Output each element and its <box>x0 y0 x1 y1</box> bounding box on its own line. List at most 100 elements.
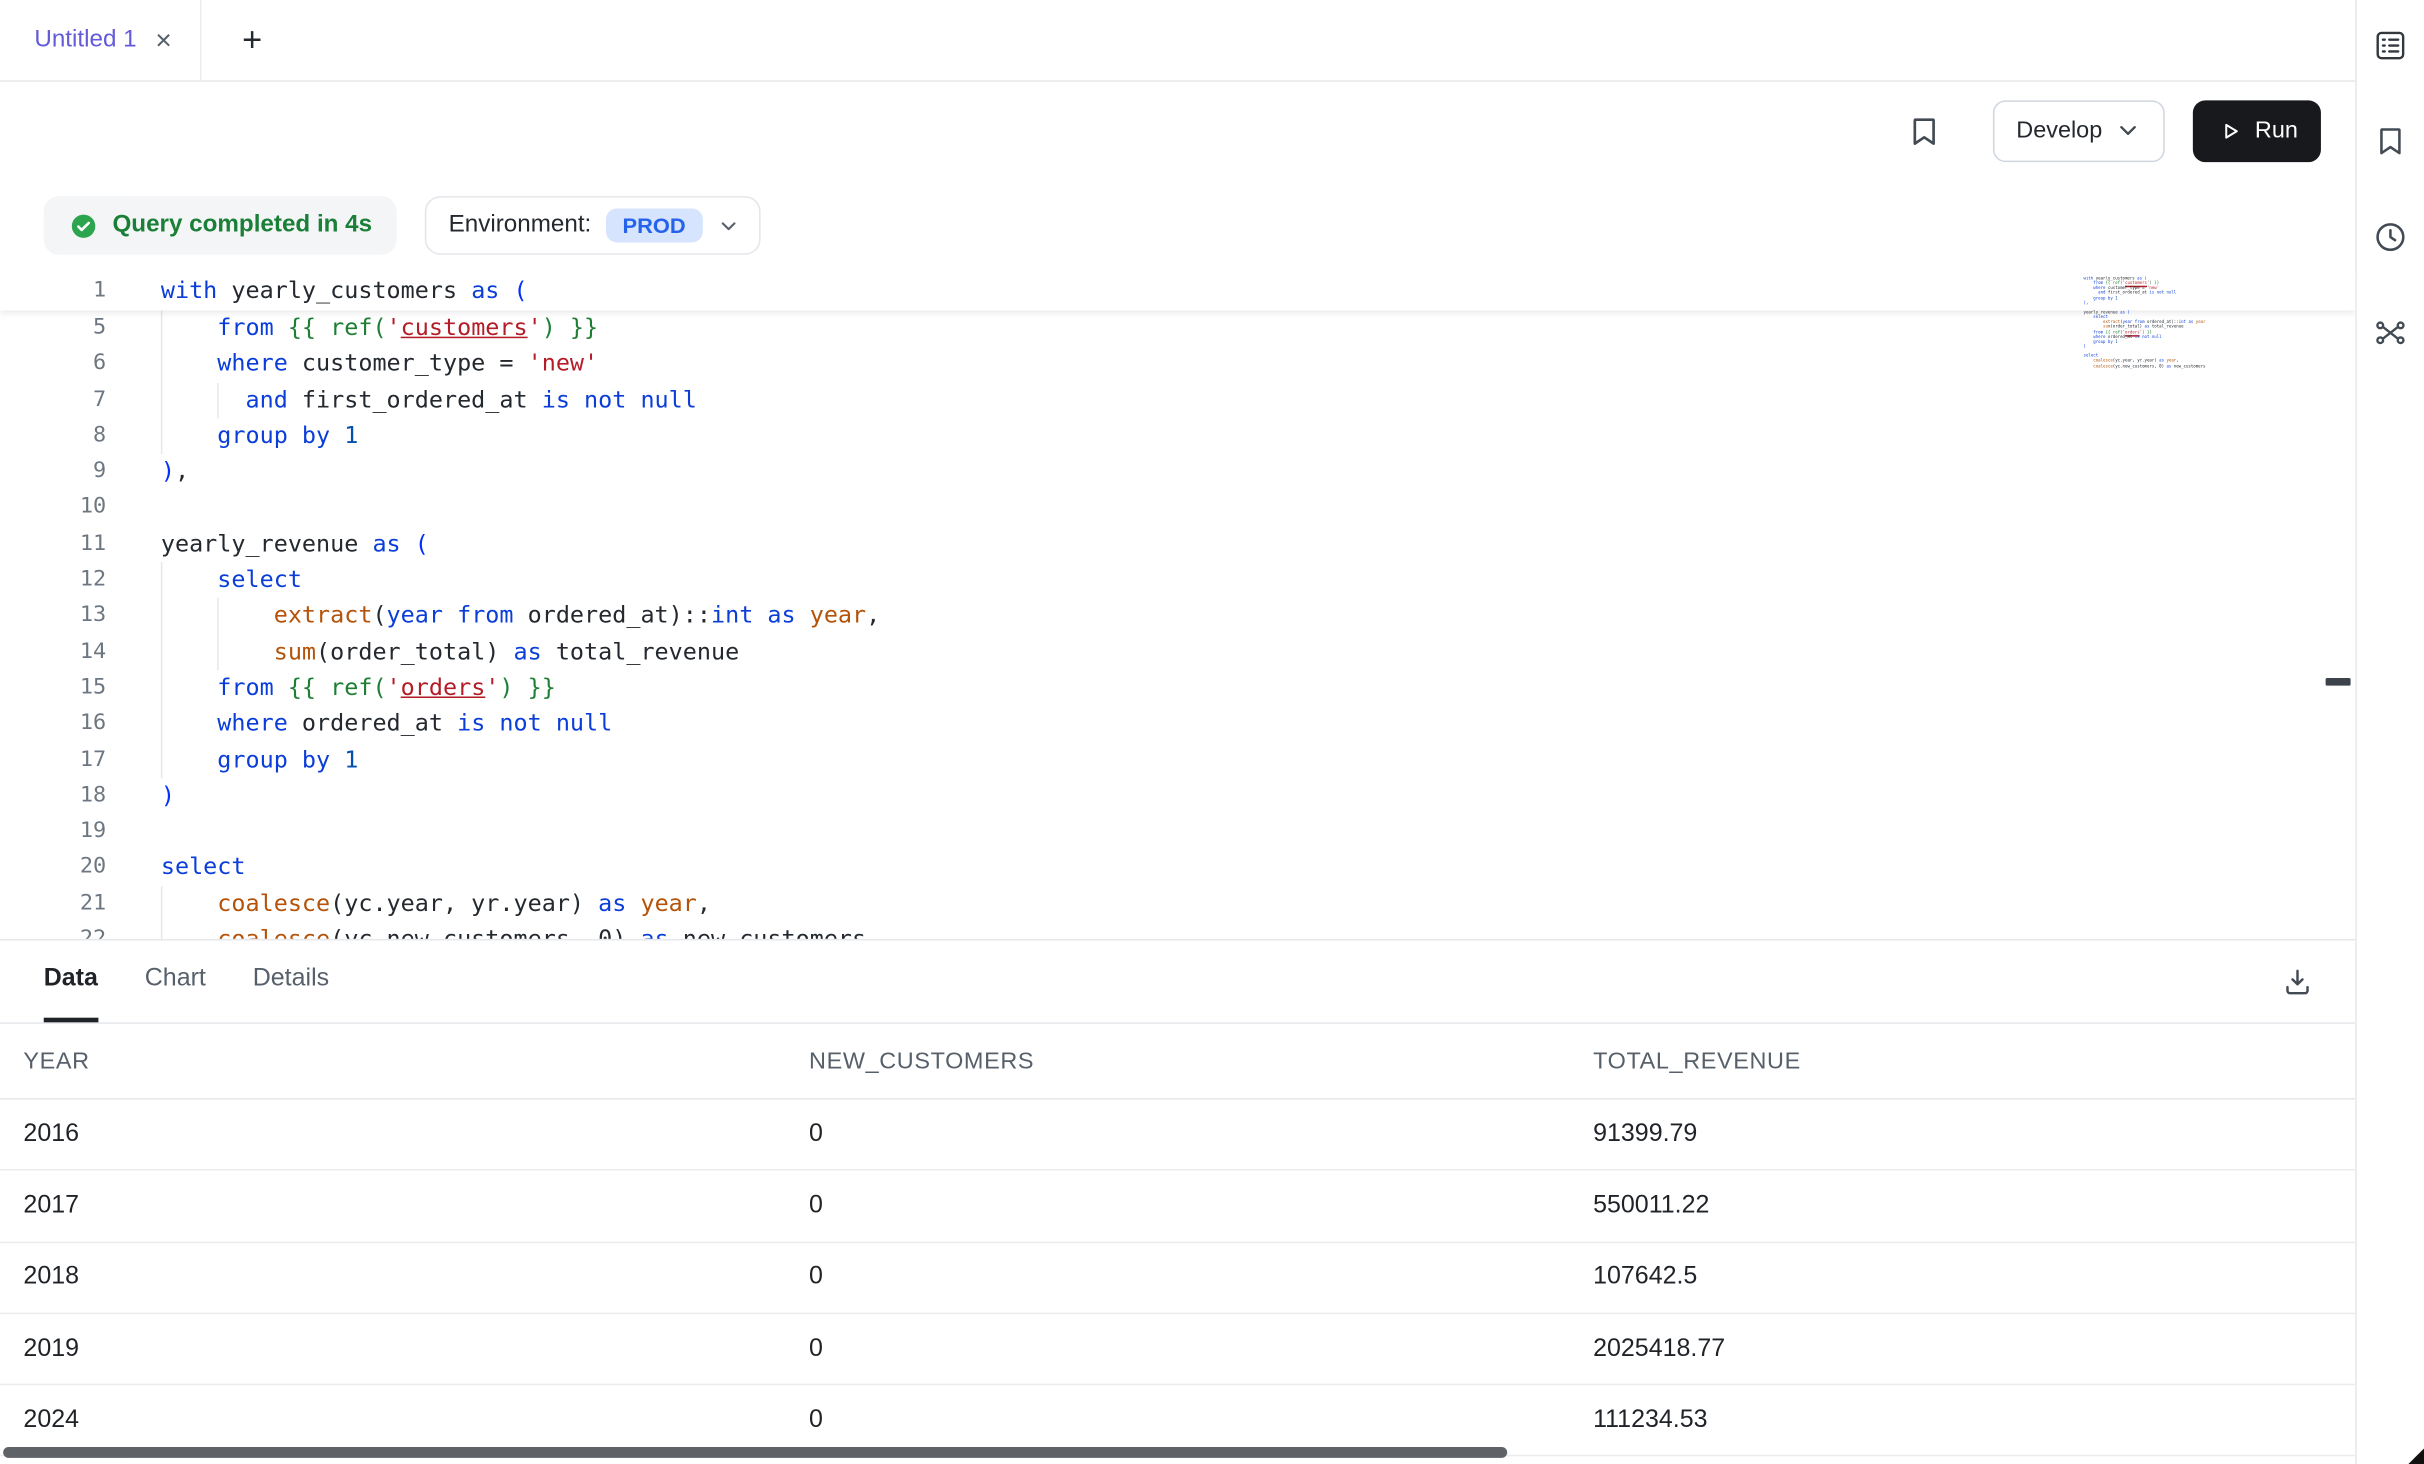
column-header-total-revenue: TOTAL_REVENUE <box>1570 1048 2356 1074</box>
results-table-header: YEAR NEW_CUSTOMERS TOTAL_REVENUE <box>0 1024 2355 1100</box>
tab-details[interactable]: Details <box>253 940 329 1022</box>
indent-guide <box>161 346 163 382</box>
table-cell: 2024 <box>0 1407 786 1435</box>
table-row: 20180107642.5 <box>0 1243 2355 1314</box>
tab-bar: Untitled 1 × + <box>0 0 2355 82</box>
status-row: Query completed in 4s Environment: PROD <box>0 179 2355 272</box>
code-line[interactable]: 14 sum(order_total) as total_revenue <box>0 634 2355 670</box>
table-cell: 0 <box>786 1192 1570 1220</box>
query-status-text: Query completed in 4s <box>112 212 372 240</box>
run-button[interactable]: Run <box>2193 100 2321 162</box>
close-icon[interactable]: × <box>155 26 171 54</box>
line-number: 14 <box>0 634 106 670</box>
bookmark-button[interactable] <box>1899 106 1949 155</box>
code-line[interactable]: 11yearly_revenue as ( <box>0 526 2355 562</box>
line-number: 13 <box>0 598 106 634</box>
line-number: 21 <box>0 886 106 922</box>
indent-guide <box>161 598 163 634</box>
table-cell: 0 <box>786 1407 1570 1435</box>
code-line[interactable]: 5 from {{ ref('customers') }} <box>0 310 2355 346</box>
line-number: 9 <box>0 454 106 490</box>
code-line[interactable]: 19 <box>0 814 2355 850</box>
code-editor[interactable]: 5 from {{ ref('customers') }}6 where cus… <box>0 272 2355 939</box>
table-cell: 107642.5 <box>1570 1264 2356 1292</box>
run-label: Run <box>2255 117 2298 143</box>
table-cell: 2025418.77 <box>1570 1335 2356 1363</box>
line-number: 8 <box>0 418 106 454</box>
develop-button[interactable]: Develop <box>1993 100 2165 162</box>
lineage-button[interactable] <box>2372 315 2408 351</box>
chevron-down-icon <box>717 214 740 237</box>
table-row: 2016091399.79 <box>0 1100 2355 1171</box>
bookmark-rail-button[interactable] <box>2372 124 2408 160</box>
environment-select[interactable]: Environment: PROD <box>425 196 760 255</box>
code-line[interactable]: 13 extract(year from ordered_at)::int as… <box>0 598 2355 634</box>
code-line[interactable]: 7 and first_ordered_at is not null <box>0 382 2355 418</box>
indent-guide <box>161 382 163 418</box>
column-header-new-customers: NEW_CUSTOMERS <box>786 1048 1570 1074</box>
line-number: 12 <box>0 562 106 598</box>
sticky-line[interactable]: 1with yearly_customers as ( <box>0 272 2355 311</box>
code-line[interactable]: 6 where customer_type = 'new' <box>0 346 2355 382</box>
line-number: 1 <box>0 273 106 309</box>
code-line[interactable]: 20select <box>0 850 2355 886</box>
indent-guide <box>161 562 163 598</box>
minimap[interactable]: with yearly_customers as ( from {{ ref('… <box>2084 276 2206 387</box>
table-row: 201902025418.77 <box>0 1314 2355 1385</box>
code-line[interactable]: 18) <box>0 778 2355 814</box>
code-line[interactable]: 8 group by 1 <box>0 418 2355 454</box>
tab-untitled-1[interactable]: Untitled 1 × <box>0 0 201 80</box>
environment-label: Environment: <box>449 212 592 240</box>
code-line[interactable]: 16 where ordered_at is not null <box>0 706 2355 742</box>
chevron-down-icon <box>2115 117 2142 143</box>
lineage-icon <box>2372 315 2408 351</box>
code-line[interactable]: 22 coalesce(yc.new_customers, 0) as new_… <box>0 922 2355 939</box>
develop-label: Develop <box>2016 117 2102 143</box>
code-line[interactable]: 9), <box>0 454 2355 490</box>
line-number: 11 <box>0 526 106 562</box>
table-cell: 111234.53 <box>1570 1407 2356 1435</box>
editor-panel-button[interactable] <box>2372 28 2408 64</box>
query-status: Query completed in 4s <box>44 196 397 255</box>
code-line[interactable]: 12 select <box>0 562 2355 598</box>
code-line[interactable]: 15 from {{ ref('orders') }} <box>0 670 2355 706</box>
code-line[interactable]: 17 group by 1 <box>0 742 2355 778</box>
check-circle-icon <box>69 211 99 240</box>
tab-label: Untitled 1 <box>34 26 136 54</box>
editor-panel-icon <box>2372 28 2408 64</box>
code-line[interactable]: 21 coalesce(yc.year, yr.year) as year, <box>0 886 2355 922</box>
code-line[interactable]: 10 <box>0 490 2355 526</box>
line-number: 6 <box>0 346 106 382</box>
tab-data[interactable]: Data <box>44 940 98 1022</box>
right-icon-rail <box>2355 0 2424 1464</box>
table-cell: 0 <box>786 1335 1570 1363</box>
line-number: 19 <box>0 814 106 850</box>
table-cell: 2016 <box>0 1121 786 1149</box>
table-cell: 550011.22 <box>1570 1192 2356 1220</box>
table-cell: 2019 <box>0 1335 786 1363</box>
history-button[interactable] <box>2372 219 2408 255</box>
results-tabs: Data Chart Details <box>0 940 2355 1023</box>
line-number: 7 <box>0 382 106 418</box>
table-cell: 2018 <box>0 1264 786 1292</box>
table-cell: 0 <box>786 1264 1570 1292</box>
table-row: 20170550011.22 <box>0 1171 2355 1242</box>
indent-guide <box>217 382 219 418</box>
indent-guide <box>161 706 163 742</box>
horizontal-scrollbar-thumb[interactable] <box>3 1447 1507 1458</box>
download-button[interactable] <box>2274 958 2321 1004</box>
download-icon <box>2280 964 2314 998</box>
indent-guide <box>161 418 163 454</box>
line-number: 17 <box>0 742 106 778</box>
code-line[interactable]: 1with yearly_customers as ( <box>0 273 2355 309</box>
indent-guide <box>161 670 163 706</box>
code-lines[interactable]: 5 from {{ ref('customers') }}6 where cus… <box>0 310 2355 939</box>
play-icon <box>2216 117 2244 145</box>
table-cell: 91399.79 <box>1570 1121 2356 1149</box>
new-tab-button[interactable]: + <box>230 17 275 63</box>
indent-guide <box>161 310 163 346</box>
results-panel: Data Chart Details YEAR NEW_CUSTOMERS TO… <box>0 939 2355 1464</box>
scroll-corner <box>2408 1449 2424 1464</box>
tab-chart[interactable]: Chart <box>145 940 206 1022</box>
table-cell: 0 <box>786 1121 1570 1149</box>
